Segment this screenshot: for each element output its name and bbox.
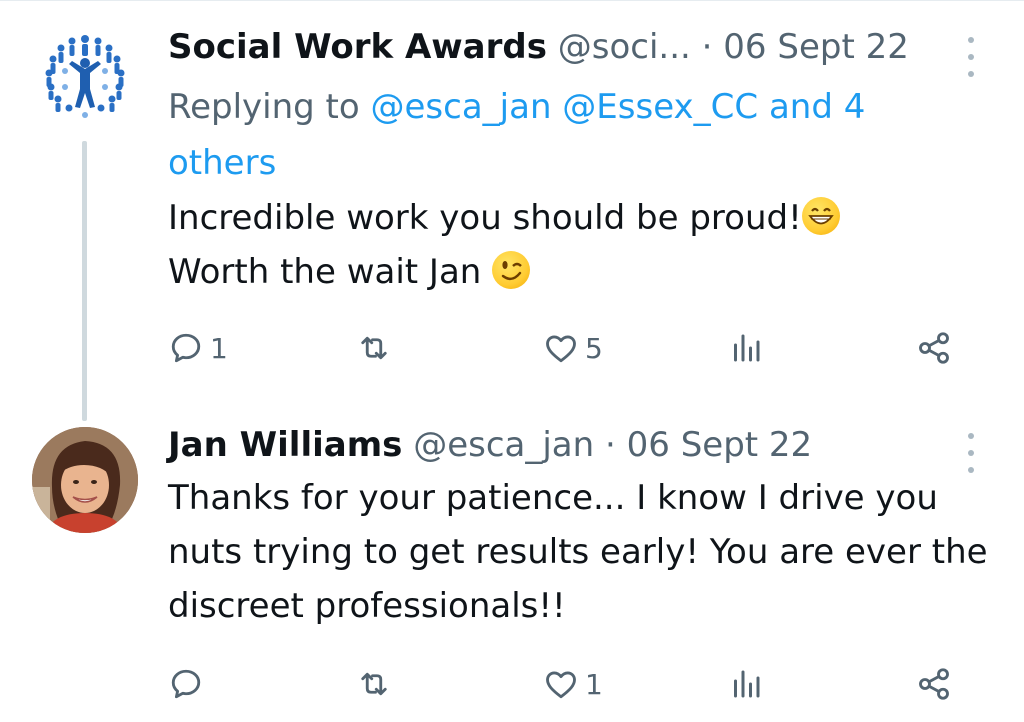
retweet-button[interactable] bbox=[356, 659, 398, 709]
separator-dot: · bbox=[605, 425, 616, 465]
retweet-icon bbox=[361, 336, 387, 360]
beaming-grin-emoji-icon bbox=[801, 197, 840, 235]
author-handle[interactable]: @soci... bbox=[558, 27, 691, 67]
reply-icon bbox=[171, 669, 201, 699]
retweet-button[interactable] bbox=[356, 323, 398, 373]
more-options-icon[interactable] bbox=[966, 37, 976, 77]
avatar-social-work-awards[interactable] bbox=[32, 23, 138, 129]
replying-to-label: Replying to bbox=[168, 87, 360, 127]
like-count: 1 bbox=[585, 667, 603, 701]
author-name[interactable]: Jan Williams bbox=[168, 425, 402, 465]
replying-to: Replying to @esca_jan @Essex_CC and 4 ot… bbox=[168, 79, 928, 191]
retweet-icon bbox=[361, 672, 387, 696]
share-button[interactable] bbox=[916, 323, 952, 373]
heart-icon bbox=[546, 671, 576, 699]
views-button[interactable] bbox=[728, 323, 764, 373]
avatar-jan-williams[interactable] bbox=[32, 427, 138, 533]
share-icon bbox=[919, 332, 949, 364]
thread-connector-line bbox=[82, 141, 87, 421]
reply-icon bbox=[171, 333, 201, 363]
people-circle-logo-icon bbox=[45, 35, 125, 118]
tweet-text: Thanks for your patience... I know I dri… bbox=[168, 478, 988, 626]
author-handle[interactable]: @esca_jan bbox=[413, 425, 594, 465]
reply-button[interactable]: 1 bbox=[168, 323, 228, 373]
winking-face-emoji-icon bbox=[492, 251, 531, 289]
like-count: 5 bbox=[585, 331, 603, 365]
tweet-text-line-1: Incredible work you should be proud! bbox=[168, 198, 802, 238]
tweet-text-line-2: Worth the wait Jan bbox=[168, 252, 482, 292]
author-name[interactable]: Social Work Awards bbox=[168, 27, 547, 67]
analytics-bars-icon bbox=[734, 334, 760, 362]
tweet-date[interactable]: 06 Sept 22 bbox=[627, 425, 813, 465]
tweet-text: Incredible work you should be proud! Wor… bbox=[168, 191, 988, 299]
separator-dot: · bbox=[701, 27, 713, 67]
tweet-thread: Social Work Awards @soci... · 06 Sept 22… bbox=[0, 0, 1024, 722]
heart-icon bbox=[546, 335, 576, 363]
tweet-header: Jan Williams @esca_jan · 06 Sept 22 bbox=[168, 423, 944, 467]
share-button[interactable] bbox=[916, 659, 952, 709]
analytics-bars-icon bbox=[734, 670, 760, 698]
tweet-actions: 1 5 bbox=[168, 323, 968, 373]
more-options-icon[interactable] bbox=[966, 433, 976, 473]
share-icon bbox=[919, 668, 949, 700]
like-button[interactable]: 5 bbox=[543, 323, 603, 373]
profile-photo-icon bbox=[32, 427, 138, 533]
tweet-actions: 1 bbox=[168, 659, 968, 709]
reply-count: 1 bbox=[210, 331, 228, 365]
tweet-header: Social Work Awards @soci... · 06 Sept 22 bbox=[168, 25, 944, 69]
tweet-date[interactable]: 06 Sept 22 bbox=[723, 27, 909, 67]
reply-button[interactable] bbox=[168, 659, 210, 709]
views-button[interactable] bbox=[728, 659, 764, 709]
like-button[interactable]: 1 bbox=[543, 659, 603, 709]
